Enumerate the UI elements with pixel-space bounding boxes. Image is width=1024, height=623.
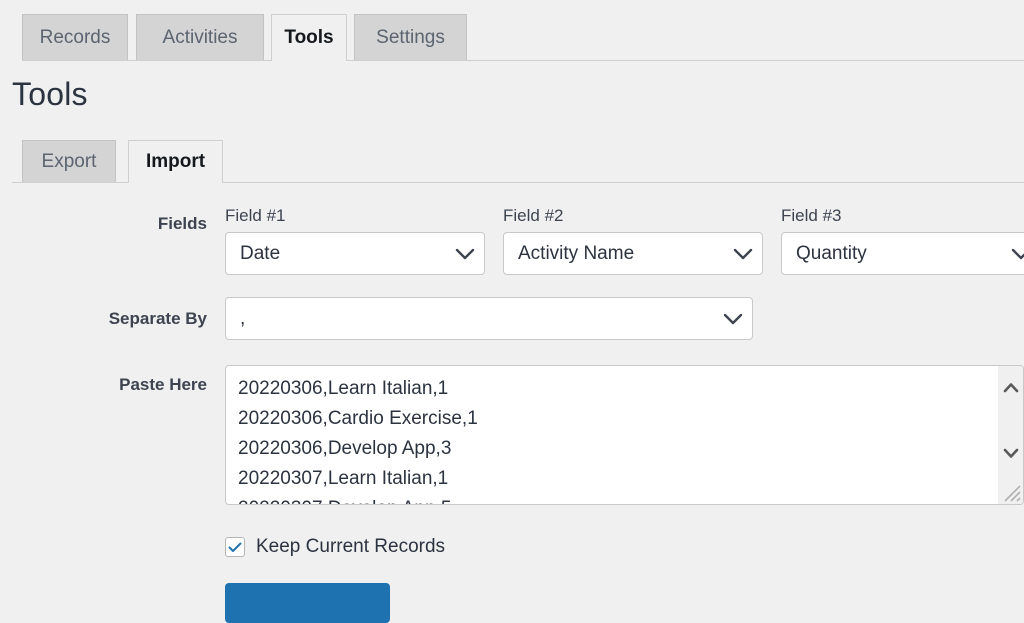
- field-2-select[interactable]: Activity Name: [503, 232, 763, 275]
- paste-here-input[interactable]: 20220306,Learn Italian,1 20220306,Cardio…: [226, 366, 997, 504]
- paste-here-textarea-wrapper: 20220306,Learn Italian,1 20220306,Cardio…: [225, 365, 1024, 505]
- tab-activities[interactable]: Activities: [136, 14, 264, 60]
- scroll-up-icon[interactable]: [998, 374, 1023, 400]
- sub-tab-bar: Export Import: [0, 134, 1024, 183]
- scroll-down-icon[interactable]: [998, 440, 1023, 466]
- paste-here-label: Paste Here: [119, 375, 207, 394]
- tab-export-label: Export: [41, 150, 97, 172]
- field-1-value: Date: [240, 242, 281, 264]
- tab-records[interactable]: Records: [22, 14, 128, 60]
- page-title: Tools: [12, 76, 88, 112]
- chevron-down-icon: [1002, 248, 1024, 260]
- tab-tools[interactable]: Tools: [271, 14, 347, 61]
- field-3-select[interactable]: Quantity: [781, 232, 1024, 275]
- field-2-caption: Field #2: [503, 206, 564, 225]
- chevron-down-icon: [446, 248, 484, 260]
- tab-activities-label: Activities: [162, 26, 238, 48]
- keep-current-records-row[interactable]: Keep Current Records: [225, 536, 445, 558]
- separate-by-select[interactable]: ,: [225, 297, 753, 340]
- field-1-select[interactable]: Date: [225, 232, 485, 275]
- chevron-down-icon: [724, 248, 762, 260]
- tab-settings[interactable]: Settings: [354, 14, 467, 60]
- tab-settings-label: Settings: [376, 26, 445, 48]
- separate-by-value: ,: [240, 307, 246, 329]
- main-tab-bar: Records Activities Tools Settings: [0, 0, 1024, 61]
- chevron-down-icon: [714, 313, 752, 325]
- field-3-caption: Field #3: [781, 206, 842, 225]
- tab-import-label: Import: [145, 151, 206, 172]
- field-2-value: Activity Name: [518, 242, 635, 264]
- field-1-caption: Field #1: [225, 206, 286, 225]
- resize-grip-icon[interactable]: [1002, 483, 1022, 503]
- tab-export[interactable]: Export: [22, 140, 116, 182]
- field-3-value: Quantity: [796, 242, 867, 264]
- import-submit-button[interactable]: [225, 583, 390, 623]
- tab-records-label: Records: [39, 26, 111, 48]
- tab-import[interactable]: Import: [128, 140, 223, 183]
- main-tab-baseline: [22, 60, 1024, 61]
- fields-label: Fields: [157, 214, 207, 233]
- tab-tools-label: Tools: [284, 27, 334, 48]
- keep-current-records-label: Keep Current Records: [256, 536, 446, 557]
- separate-by-label: Separate By: [108, 309, 207, 328]
- keep-current-records-checkbox[interactable]: [225, 537, 245, 557]
- check-icon: [228, 542, 242, 552]
